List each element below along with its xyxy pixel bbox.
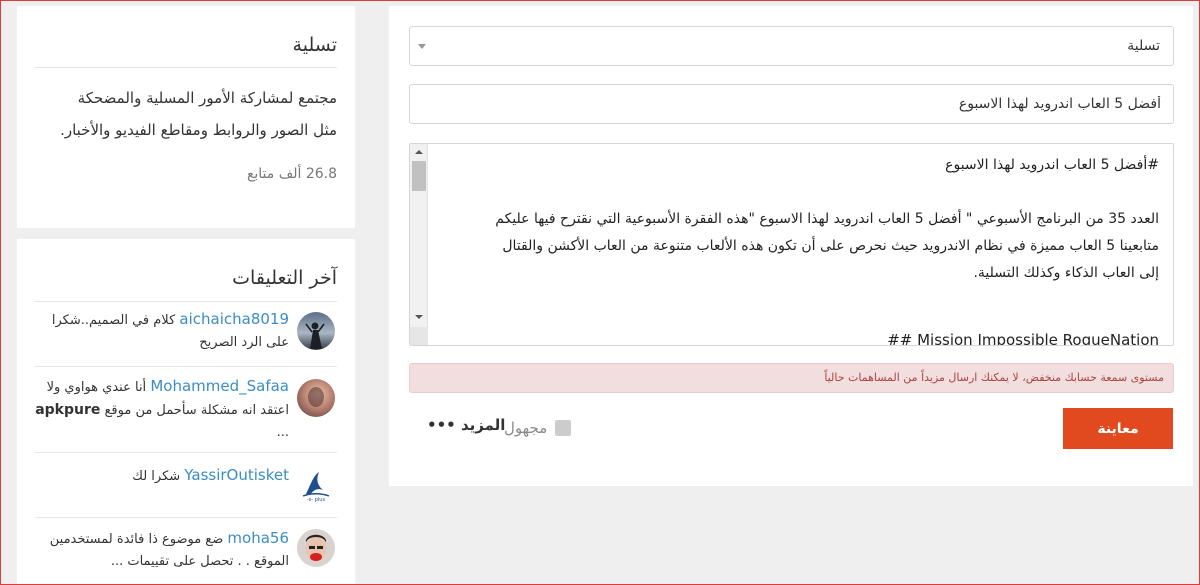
chevron-down-icon[interactable] xyxy=(418,44,426,49)
divider xyxy=(35,67,337,68)
avatar[interactable] xyxy=(297,312,335,350)
community-about-card: تسلية مجتمع لمشاركة الأمور المسلية والمض… xyxy=(17,6,355,228)
comment-body: كلام في الصميم..شكرا xyxy=(51,313,176,328)
comment-body-bold: apkpure xyxy=(35,402,101,418)
avatar[interactable]: -s- plus xyxy=(297,466,335,504)
community-description: مجتمع لمشاركة الأمور المسلية والمضحكة مث… xyxy=(35,82,337,146)
editor-line: ## Mission Impossible RogueNation xyxy=(428,327,1159,346)
community-title: تسلية xyxy=(292,34,337,56)
followers-count: 26.8 ألف متابع xyxy=(246,166,337,182)
comment-body: شكرا لك xyxy=(132,469,181,484)
category-select[interactable]: تسلية xyxy=(409,26,1174,66)
comment-body: أنا عندي هواوي ولا xyxy=(46,380,147,395)
comment-text: Mohammed_Safaa أنا عندي هواوي ولا اعتقد … xyxy=(35,375,289,444)
anonymous-checkbox[interactable] xyxy=(555,420,572,436)
comment-username-link[interactable]: Mohammed_Safaa xyxy=(150,377,289,395)
comment-item[interactable]: Mohammed_Safaa أنا عندي هواوي ولا اعتقد … xyxy=(35,369,337,453)
anonymous-label: مجهول xyxy=(504,419,548,437)
comment-body: ضع موضوع ذا فائدة لمستخدمين xyxy=(49,532,224,547)
comment-text: YassirOutisket شكرا لك xyxy=(35,464,289,488)
description-line: مجتمع لمشاركة الأمور المسلية والمضحكة xyxy=(77,89,337,107)
editor-line: متابعينا 5 العاب مميزة في نظام الاندرويد… xyxy=(502,238,1159,254)
reputation-warning-alert: مستوى سمعة حسابك منخفض، لا يمكنك ارسال م… xyxy=(409,363,1174,393)
latest-comments-title: آخر التعليقات xyxy=(232,267,337,289)
avatar[interactable] xyxy=(297,529,335,567)
compose-panel: تسلية #أفضل 5 العاب اندرويد لهذا الاسبوع… xyxy=(389,6,1193,486)
svg-text:-s- plus: -s- plus xyxy=(307,497,326,503)
scroll-down-arrow-icon[interactable] xyxy=(415,315,423,319)
avatar[interactable] xyxy=(297,379,335,417)
comment-username-link[interactable]: moha56 xyxy=(227,529,289,547)
editor-scrollbar[interactable] xyxy=(410,144,428,345)
comment-item[interactable]: moha56 ضع موضوع ذا فائدة لمستخدمين الموق… xyxy=(35,519,337,585)
scrollbar-corner xyxy=(410,327,428,345)
preview-button[interactable]: معاينة xyxy=(1063,408,1173,449)
editor-heading-text: ## Mission Impossible RogueNation xyxy=(887,331,1159,346)
editor-text[interactable]: #أفضل 5 العاب اندرويد لهذا الاسبوع العدد… xyxy=(428,152,1159,346)
editor-line: إلى العاب الذكاء وكذلك التسلية. xyxy=(973,265,1159,281)
latest-comments-card: آخر التعليقات aichaicha8019 كلام في الصم… xyxy=(17,239,355,585)
comment-item[interactable]: -s- plus YassirOutisket شكرا لك xyxy=(35,454,337,518)
comment-body: الموقع . . تحصل على تقييمات ... xyxy=(110,554,289,569)
category-select-value: تسلية xyxy=(1127,38,1160,54)
anonymous-toggle[interactable]: مجهول xyxy=(504,418,572,438)
editor-line: #أفضل 5 العاب اندرويد لهذا الاسبوع xyxy=(945,157,1159,173)
comment-body: اعتقد انه مشكلة سأحمل من موقع xyxy=(104,403,290,418)
comment-text: moha56 ضع موضوع ذا فائدة لمستخدمين الموق… xyxy=(35,527,289,573)
post-body-editor[interactable]: #أفضل 5 العاب اندرويد لهذا الاسبوع العدد… xyxy=(409,143,1174,346)
comment-username-link[interactable]: YassirOutisket xyxy=(184,466,289,484)
comment-item[interactable]: aichaicha8019 كلام في الصميم..شكرا على ا… xyxy=(35,302,337,367)
description-line: مثل الصور والروابط ومقاطع الفيديو والأخب… xyxy=(60,121,337,139)
scroll-up-arrow-icon[interactable] xyxy=(415,150,423,154)
title-input[interactable] xyxy=(409,84,1174,124)
scrollbar-thumb[interactable] xyxy=(412,161,426,191)
editor-line: العدد 35 من البرنامج الأسبوعي " أفضل 5 ا… xyxy=(495,211,1159,227)
more-options-button[interactable]: المزيد ••• xyxy=(427,416,505,434)
comment-text: aichaicha8019 كلام في الصميم..شكرا على ا… xyxy=(35,308,289,354)
comment-username-link[interactable]: aichaicha8019 xyxy=(179,310,289,328)
comment-body: على الرد الصريح xyxy=(199,335,289,350)
comment-body: ... xyxy=(276,425,289,440)
